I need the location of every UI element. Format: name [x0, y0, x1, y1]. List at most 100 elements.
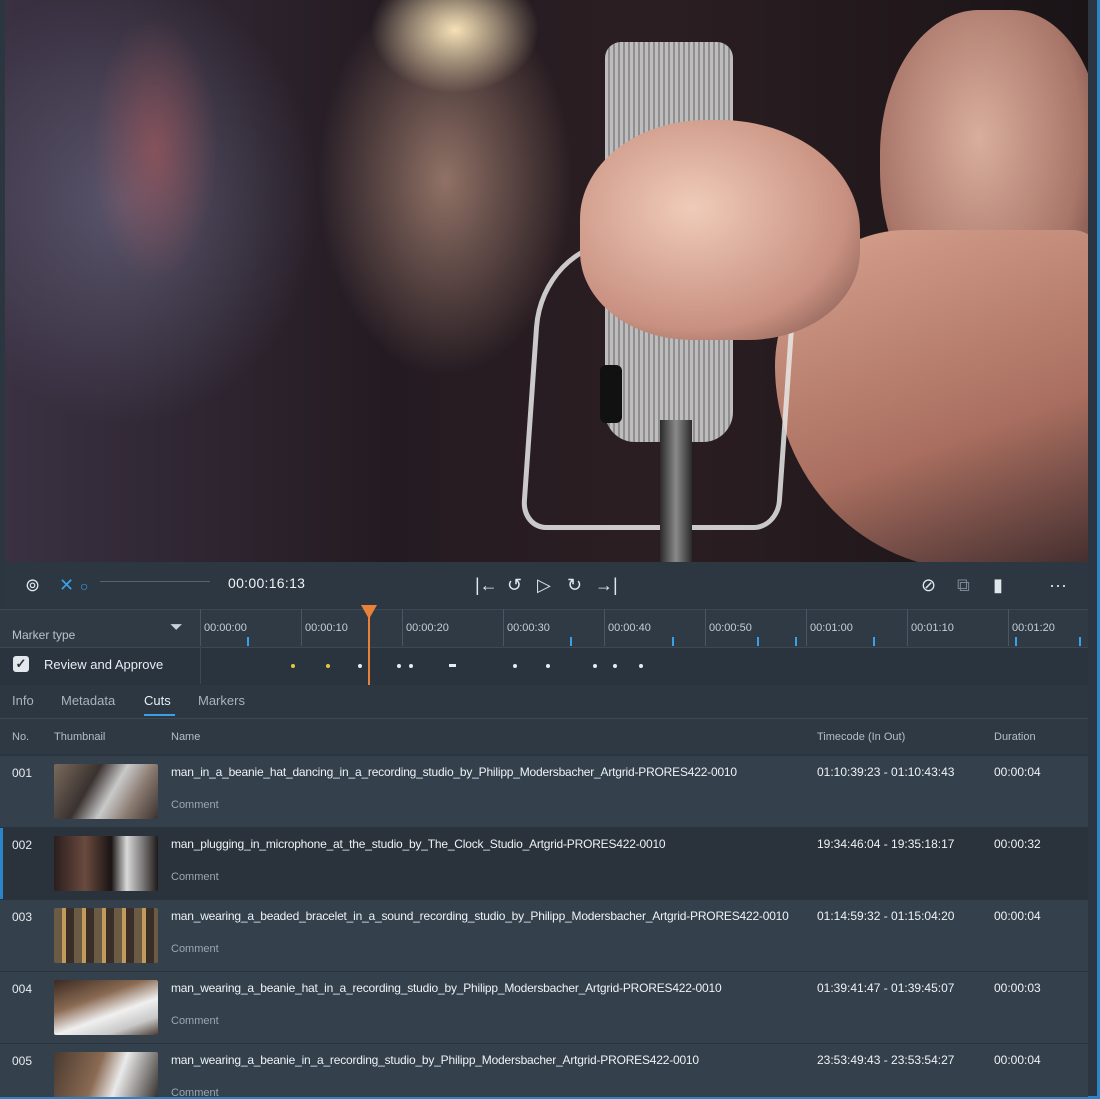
go-to-start-icon[interactable]: |← [475, 574, 498, 596]
loop-icon[interactable]: ○ [80, 575, 88, 597]
video-stand [660, 420, 692, 562]
clip-timecode: 19:34:46:04 - 19:35:18:17 [817, 837, 955, 851]
cut-marker [570, 637, 572, 646]
marker-dot[interactable] [326, 664, 330, 668]
check-icon[interactable]: ✓ [13, 656, 29, 672]
ruler-tick-label: 00:00:30 [507, 622, 550, 634]
clip-name: man_wearing_a_beanie_hat_in_a_recording_… [171, 981, 722, 995]
clip-duration: 00:00:04 [994, 765, 1041, 779]
clip-name: man_wearing_a_beanie_in_a_recording_stud… [171, 1053, 699, 1067]
forward-icon[interactable]: ↻ [567, 574, 582, 596]
cut-marker [795, 637, 797, 646]
ruler-tick-label: 00:01:10 [911, 622, 954, 634]
comment-field[interactable]: Comment [171, 1087, 219, 1097]
table-row[interactable]: 003 man_wearing_a_beaded_bracelet_in_a_s… [0, 899, 1088, 972]
marker-dot[interactable] [291, 664, 295, 668]
clip-timecode: 01:14:59:32 - 01:15:04:20 [817, 909, 955, 923]
comment-field[interactable]: Comment [171, 871, 219, 883]
cut-marker [757, 637, 759, 646]
table-header [0, 719, 1088, 754]
col-header-no[interactable]: No. [12, 731, 29, 743]
filter-icon[interactable]: ⏷ [170, 619, 183, 637]
marker-dot[interactable] [613, 664, 617, 668]
clip-name: man_wearing_a_beaded_bracelet_in_a_sound… [171, 909, 789, 923]
clip-timecode: 01:10:39:23 - 01:10:43:43 [817, 765, 955, 779]
table-row-selected[interactable]: 002 man_plugging_in_microphone_at_the_st… [0, 827, 1088, 900]
marker-dot[interactable] [639, 664, 643, 668]
volume-slider[interactable] [100, 581, 210, 582]
clip-name: man_plugging_in_microphone_at_the_studio… [171, 837, 666, 851]
video-knob [600, 365, 622, 423]
comment-field[interactable]: Comment [171, 1015, 219, 1027]
ruler-tick-label: 00:00:40 [608, 622, 651, 634]
cut-marker [873, 637, 875, 646]
review-track-label: Review and Approve [44, 657, 164, 672]
row-thumbnail[interactable] [54, 908, 158, 963]
playhead-handle[interactable] [361, 605, 377, 619]
marker-dot[interactable] [546, 664, 550, 668]
hide-markers-icon[interactable]: ⊘ [921, 574, 936, 596]
marker-dot[interactable] [513, 664, 517, 668]
video-viewer[interactable] [5, 0, 1088, 562]
comment-field[interactable]: Comment [171, 943, 219, 955]
play-icon[interactable]: ▷ [537, 574, 551, 596]
marker-icon[interactable]: ▮ [993, 574, 1003, 596]
current-timecode: 00:00:16:13 [228, 575, 306, 591]
marker-dot[interactable] [358, 664, 362, 668]
clip-duration: 00:00:04 [994, 909, 1041, 923]
cut-marker [672, 637, 674, 646]
playhead[interactable] [368, 615, 370, 685]
more-icon[interactable]: ··· [1049, 574, 1067, 596]
ruler-tick-label: 00:01:00 [810, 622, 853, 634]
row-number: 004 [12, 982, 33, 996]
row-thumbnail[interactable] [54, 1052, 158, 1097]
tab-metadata[interactable]: Metadata [61, 693, 115, 708]
go-to-end-icon[interactable]: →| [595, 574, 618, 596]
table-row[interactable]: 004 man_wearing_a_beanie_hat_in_a_record… [0, 971, 1088, 1044]
table-row[interactable]: 005 man_wearing_a_beanie_in_a_recording_… [0, 1043, 1088, 1097]
transport-bar: ⊚ ✕ ○ |← ↺ ▷ ↻ →| ⊘ ⧉ ▮ ··· [5, 562, 1088, 608]
cut-marker [1015, 637, 1017, 646]
copy-frame-icon[interactable]: ⧉ [957, 574, 970, 596]
ruler-tick-label: 00:00:00 [204, 622, 247, 634]
clip-name: man_in_a_beanie_hat_dancing_in_a_recordi… [171, 765, 737, 779]
tab-markers[interactable]: Markers [198, 693, 245, 708]
row-number: 005 [12, 1054, 33, 1068]
cut-marker [247, 637, 249, 646]
cut-marker [1079, 637, 1081, 646]
tab-info[interactable]: Info [12, 693, 34, 708]
ruler-tick-label: 00:01:20 [1012, 622, 1055, 634]
mute-icon[interactable]: ✕ [59, 574, 74, 596]
row-thumbnail[interactable] [54, 980, 158, 1035]
table-row[interactable]: 001 man_in_a_beanie_hat_dancing_in_a_rec… [0, 755, 1088, 828]
clip-duration: 00:00:03 [994, 981, 1041, 995]
col-header-duration[interactable]: Duration [994, 731, 1036, 743]
rewind-icon[interactable]: ↺ [507, 574, 522, 596]
clip-timecode: 23:53:49:43 - 23:53:54:27 [817, 1053, 955, 1067]
row-number: 002 [12, 838, 33, 852]
clip-duration: 00:00:04 [994, 1053, 1041, 1067]
row-thumbnail[interactable] [54, 836, 158, 891]
marker-dot[interactable] [409, 664, 413, 668]
marker-type-label: Marker type [12, 628, 76, 642]
clip-duration: 00:00:32 [994, 837, 1041, 851]
comment-field[interactable]: Comment [171, 799, 219, 811]
row-number: 003 [12, 910, 33, 924]
marker-dot[interactable] [397, 664, 401, 668]
row-thumbnail[interactable] [54, 764, 158, 819]
selection-indicator [0, 828, 3, 900]
ruler-tick-label: 00:00:10 [305, 622, 348, 634]
clip-timecode: 01:39:41:47 - 01:39:45:07 [817, 981, 955, 995]
marker-dot[interactable] [593, 664, 597, 668]
video-hand [580, 120, 860, 340]
col-header-name[interactable]: Name [171, 731, 200, 743]
row-number: 001 [12, 766, 33, 780]
col-header-timecode[interactable]: Timecode (In Out) [817, 731, 905, 743]
ruler-tick-label: 00:00:50 [709, 622, 752, 634]
active-tab-indicator [144, 714, 175, 716]
record-icon[interactable]: ⊚ [25, 574, 40, 596]
col-header-thumbnail[interactable]: Thumbnail [54, 731, 105, 743]
ruler-tick-label: 00:00:20 [406, 622, 449, 634]
marker-range[interactable] [449, 664, 456, 667]
tab-cuts[interactable]: Cuts [144, 693, 171, 708]
